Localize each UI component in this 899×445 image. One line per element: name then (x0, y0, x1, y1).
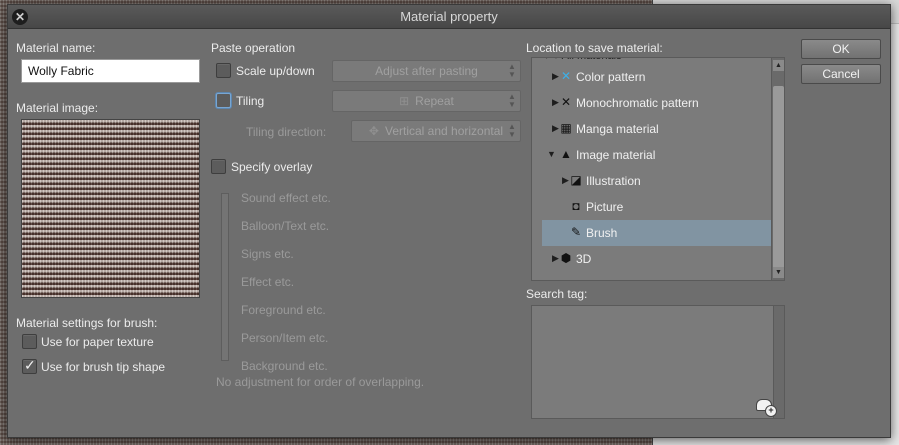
paste-operation-label: Paste operation (211, 41, 296, 55)
tree-item-label: Picture (586, 200, 624, 214)
tree-item-manga-material[interactable]: ▶ ▦ Manga material (532, 116, 772, 142)
overlay-level: Background etc. (241, 359, 328, 373)
paper-texture-checkbox[interactable] (22, 334, 37, 349)
tiling-direction-label: Tiling direction: (246, 125, 327, 139)
tiling-select[interactable]: ⊞ Repeat ▲ ▼ (332, 90, 521, 112)
scroll-thumb[interactable] (773, 86, 784, 276)
overlay-checkbox[interactable] (211, 159, 226, 174)
overlay-level: Person/Item etc. (241, 331, 329, 345)
tree-item-label: Image material (576, 148, 656, 162)
cancel-button[interactable]: Cancel (801, 64, 881, 84)
tree-item-label: Color pattern (576, 70, 646, 84)
scroll-up-icon[interactable]: ▲ (773, 60, 784, 71)
overlay-level-slider (221, 193, 229, 361)
overlay-label: Specify overlay (231, 160, 313, 174)
search-tag-scrollbar[interactable] (773, 306, 784, 418)
location-label: Location to save material: (526, 41, 663, 55)
tiling-checkbox[interactable] (216, 93, 231, 108)
tree-row-clipped: ▾ ● All materials (544, 58, 744, 61)
brush-tip-label: Use for brush tip shape (41, 360, 166, 374)
material-name-input[interactable] (21, 59, 200, 83)
monochromatic-pattern-icon: ✕ (560, 95, 572, 109)
brush-tip-checkbox[interactable] (22, 357, 37, 374)
paper-texture-label: Use for paper texture (41, 335, 154, 349)
material-image-preview (21, 119, 200, 298)
brush-icon: ✎ (570, 225, 582, 239)
tree-item-label: Brush (586, 226, 618, 240)
add-tag-icon[interactable] (756, 399, 777, 417)
scale-select[interactable]: Adjust after pasting ▲ ▼ (332, 60, 521, 82)
tiling-direction-select[interactable]: ✥ Vertical and horizontal ▲ ▼ (351, 120, 521, 142)
manga-material-icon: ▦ (560, 121, 572, 135)
expand-arrow-icon[interactable]: ▶ (552, 97, 559, 108)
overlay-level: Sound effect etc. (241, 191, 331, 205)
material-name-label: Material name: (16, 41, 96, 55)
tiling-direction-value: Vertical and horizontal (384, 124, 504, 138)
material-property-dialog: ✕ Material property Material name: Mater… (7, 4, 891, 438)
scroll-down-icon[interactable]: ▼ (773, 267, 784, 278)
overlay-level: Signs etc. (241, 247, 294, 261)
expand-arrow-icon[interactable]: ▶ (552, 123, 559, 134)
expand-arrow-icon[interactable]: ▶ (552, 71, 559, 82)
tree-item-monochromatic-pattern[interactable]: ▶ ✕ Monochromatic pattern (532, 90, 772, 116)
overlay-level: Effect etc. (241, 275, 295, 289)
overlay-level: Foreground etc. (241, 303, 326, 317)
dialog-title: Material property (400, 9, 498, 24)
scale-checkbox[interactable] (216, 63, 231, 78)
material-image-label: Material image: (16, 101, 99, 115)
tree-item-label: Monochromatic pattern (576, 96, 699, 110)
tree-item-illustration[interactable]: ▶ ◪ Illustration (532, 168, 772, 194)
image-material-icon: ▲ (560, 147, 572, 161)
select-arrows-icon: ▲ ▼ (508, 62, 516, 79)
repeat-icon: ⊞ (399, 94, 410, 108)
brush-settings-label: Material settings for brush: (16, 316, 158, 330)
search-tag-box[interactable] (531, 305, 785, 419)
tree-item-3d[interactable]: ▶ ⬢ 3D (532, 246, 772, 272)
tiling-label: Tiling (236, 94, 265, 108)
tree-item-label: Manga material (576, 122, 659, 136)
cube-icon: ⬢ (560, 251, 572, 265)
tree-item-color-pattern[interactable]: ▶ ✕ Color pattern (532, 64, 772, 90)
camera-icon: ◘ (572, 199, 580, 213)
overlay-note: No adjustment for order of overlapping. (216, 375, 425, 389)
color-pattern-icon: ✕ (560, 69, 572, 83)
overlay-level: Balloon/Text etc. (241, 219, 330, 233)
tree-item-brush[interactable]: ✎ Brush (542, 220, 778, 246)
search-tag-label: Search tag: (526, 287, 588, 301)
tree-scrollbar[interactable]: ▲ ▼ (771, 58, 784, 280)
expand-arrow-icon[interactable]: ▶ (562, 175, 569, 186)
direction-icon: ✥ (368, 124, 379, 138)
tree-item-image-material[interactable]: ▼ ▲ Image material (532, 142, 772, 168)
select-arrows-icon: ▲ ▼ (508, 122, 516, 139)
expand-arrow-icon[interactable]: ▶ (552, 253, 559, 264)
ok-button[interactable]: OK (801, 39, 881, 59)
title-bar: ✕ Material property (8, 5, 890, 29)
illustration-icon: ◪ (570, 173, 582, 187)
tree-item-label: Illustration (586, 174, 641, 188)
collapse-arrow-icon[interactable]: ▼ (547, 149, 556, 159)
tiling-select-value: Repeat (415, 94, 454, 108)
tree-item-picture[interactable]: ◘ Picture (532, 194, 772, 220)
scale-select-value: Adjust after pasting (375, 64, 478, 78)
select-arrows-icon: ▲ ▼ (508, 92, 516, 109)
scale-label: Scale up/down (236, 64, 315, 78)
tree-item-label: 3D (576, 252, 592, 266)
location-tree[interactable]: ▾ ● All materials ▶ ✕ Color pattern ▶ ✕ … (531, 57, 785, 281)
